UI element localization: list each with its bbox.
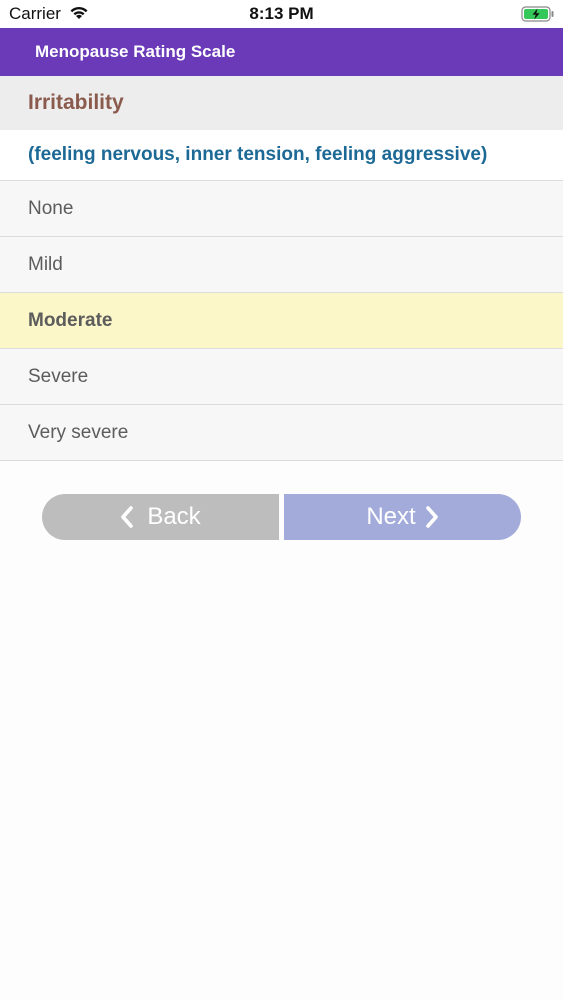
option-moderate[interactable]: Moderate — [0, 293, 563, 349]
option-label: Moderate — [28, 310, 113, 331]
question-title: Irritability — [28, 91, 124, 114]
question-description-text: (feeling nervous, inner tension, feeling… — [28, 144, 488, 165]
chevron-right-icon — [425, 506, 439, 528]
option-label: Mild — [28, 254, 63, 275]
question-header: Irritability — [0, 76, 563, 130]
battery-charging-icon — [521, 6, 555, 27]
option-label: Severe — [28, 366, 89, 387]
nav-title: Menopause Rating Scale — [35, 42, 236, 61]
option-list: None Mild Moderate Severe Very severe — [0, 181, 563, 461]
option-mild[interactable]: Mild — [0, 237, 563, 293]
back-button[interactable]: Back — [42, 494, 279, 540]
status-bar: Carrier 8:13 PM — [0, 0, 563, 28]
option-none[interactable]: None — [0, 181, 563, 237]
option-label: Very severe — [28, 422, 129, 443]
status-time: 8:13 PM — [249, 4, 314, 23]
chevron-left-icon — [120, 506, 134, 528]
option-severe[interactable]: Severe — [0, 349, 563, 405]
option-very-severe[interactable]: Very severe — [0, 405, 563, 461]
nav-bar: Menopause Rating Scale — [0, 28, 563, 76]
back-button-label: Back — [147, 503, 201, 530]
next-button-label: Next — [366, 503, 416, 530]
option-label: None — [28, 198, 74, 219]
next-button[interactable]: Next — [284, 494, 521, 540]
question-description: (feeling nervous, inner tension, feeling… — [0, 130, 563, 181]
